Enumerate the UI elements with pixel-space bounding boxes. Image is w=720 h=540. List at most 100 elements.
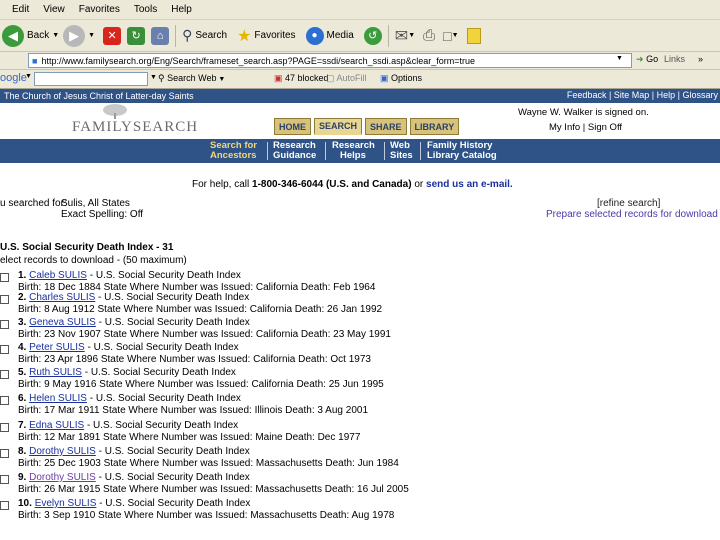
result-row: 9. Dorothy SULIS - U.S. Social Security … [0,472,720,498]
go-label: Go [646,54,659,64]
record-number: 6. [18,393,27,404]
record-source: - U.S. Social Security Death Index [95,446,250,457]
options-icon: ▣ [380,73,389,83]
record-name-link[interactable]: Edna SULIS [29,420,84,431]
google-search-icon: ⚲ [158,73,165,83]
print-icon[interactable]: ⎙ [423,27,435,44]
forward-arrow-icon: ▶ [63,24,86,47]
familysearch-logo[interactable]: FAMILYSEARCH [72,119,198,136]
record-source: - U.S. Social Security Death Index [81,367,236,378]
record-checkbox[interactable] [0,449,9,458]
record-source: - U.S. Social Security Death Index [84,342,239,353]
searched-spelling: Exact Spelling: Off [61,209,144,220]
media-button[interactable]: ● Media [305,26,354,45]
search-label: Search [195,30,228,41]
address-field[interactable]: ■ http://www.familysearch.org/Eng/Search… [28,53,632,68]
autofill-button[interactable]: ▢ AutoFill [326,73,367,84]
stop-icon[interactable]: ✕ [103,26,122,45]
google-toolbar: oogle ▼ ▼ ⚲ Search Web ▼ ▣ 47 blocked ▢ … [0,70,720,89]
subnav-research-guidance[interactable]: Research Guidance [273,141,316,161]
menu-help[interactable]: Help [171,4,192,15]
menu-tools[interactable]: Tools [134,4,157,15]
record-title-line: 7. Edna SULIS - U.S. Social Security Dea… [18,420,238,431]
search-web-button[interactable]: ⚲ Search Web ▼ [158,73,225,84]
my-info-links[interactable]: My Info | Sign Off [549,122,622,133]
record-checkbox[interactable] [0,273,9,282]
record-title-line: 8. Dorothy SULIS - U.S. Social Security … [18,446,250,457]
home-icon[interactable]: ⌂ [151,26,170,45]
prepare-download-link[interactable]: Prepare selected records for download [546,209,718,220]
links-button[interactable]: Links [664,54,685,64]
record-checkbox[interactable] [0,423,9,432]
options-button[interactable]: ▣ Options [380,73,422,84]
menu-view[interactable]: View [43,4,65,15]
record-number: 2. [18,292,27,303]
record-detail: Birth: 23 Apr 1896 State Where Number wa… [18,354,371,365]
searched-label: u searched for: [0,198,67,209]
browser-toolbar: ◀ Back ▼ ▶ ▼ ✕ ↻ ⌂ ⚲ Search ★ Favorites ● … [0,20,720,52]
record-checkbox[interactable] [0,370,9,379]
subnav-web-sites[interactable]: Web Sites [390,141,413,161]
google-search-input[interactable] [34,72,148,86]
record-name-link[interactable]: Helen SULIS [29,393,87,404]
church-header-bar: The Church of Jesus Christ of Latter-day… [0,89,720,103]
record-name-link[interactable]: Caleb SULIS [29,270,87,281]
record-checkbox[interactable] [0,345,9,354]
record-name-link[interactable]: Ruth SULIS [29,367,82,378]
main-tabs: HOME SEARCH SHARE LIBRARY [274,118,460,135]
edit-icon[interactable]: □ [443,28,451,44]
subnav-search-for-ancestors[interactable]: Search for Ancestors [210,141,257,161]
record-checkbox[interactable] [0,320,9,329]
popup-icon: ▣ [274,73,283,83]
links-chevron-icon[interactable]: » [698,54,703,64]
record-detail: Birth: 26 Mar 1915 State Where Number wa… [18,484,409,495]
back-button[interactable]: ◀ Back ▼ [2,24,59,47]
record-title-line: 5. Ruth SULIS - U.S. Social Security Dea… [18,367,236,378]
record-checkbox[interactable] [0,475,9,484]
record-name-link[interactable]: Geneva SULIS [29,317,96,328]
help-line: For help, call 1-800-346-6044 (U.S. and … [192,179,513,190]
record-checkbox[interactable] [0,295,9,304]
record-source: - U.S. Social Security Death Index [86,270,241,281]
record-name-link[interactable]: Peter SULIS [29,342,85,353]
record-name-link[interactable]: Charles SULIS [29,292,95,303]
record-checkbox[interactable] [0,501,9,510]
address-url: http://www.familysearch.org/Eng/Search/f… [41,55,475,66]
favorites-button[interactable]: ★ Favorites [237,26,295,46]
go-button[interactable]: ➜ Go [636,54,658,65]
results-title: U.S. Social Security Death Index - 31 [0,242,174,253]
record-source: - U.S. Social Security Death Index [95,292,250,303]
help-pre: For help, call [192,179,250,190]
refine-search-link[interactable]: [refine search] [597,198,660,209]
record-checkbox[interactable] [0,396,9,405]
popup-blocked-button[interactable]: ▣ 47 blocked [274,73,329,84]
tab-search[interactable]: SEARCH [314,118,363,135]
history-icon[interactable]: ↺ [363,26,382,45]
tab-share[interactable]: SHARE [365,118,407,135]
record-detail: Birth: 9 May 1916 State Where Number was… [18,379,384,390]
record-title-line: 6. Helen SULIS - U.S. Social Security De… [18,393,241,404]
record-name-link[interactable]: Evelyn SULIS [35,498,97,509]
subnav-library-catalog[interactable]: Family History Library Catalog [427,141,497,161]
menu-edit[interactable]: Edit [12,4,29,15]
mail-icon[interactable]: ✉ [395,26,408,46]
record-detail: Birth: 3 Sep 1910 State Where Number was… [18,510,395,521]
tab-library[interactable]: LIBRARY [409,118,460,135]
favorites-label: Favorites [254,30,296,41]
record-detail: Birth: 8 Aug 1912 State Where Number was… [18,304,383,315]
forward-button[interactable]: ▶ ▼ [63,24,95,47]
record-title-line: 9. Dorothy SULIS - U.S. Social Security … [18,472,250,483]
send-email-link[interactable]: send us an e-mail. [426,179,513,190]
top-utility-links[interactable]: Feedback | Site Map | Help | Glossary [567,90,718,100]
refresh-icon[interactable]: ↻ [127,26,146,45]
tab-home[interactable]: HOME [274,118,311,135]
messenger-icon[interactable] [466,27,481,44]
search-icon: ⚲ [182,27,193,43]
record-title-line: 4. Peter SULIS - U.S. Social Security De… [18,342,239,353]
subnav-label: Library Catalog [427,150,497,161]
record-name-link[interactable]: Dorothy SULIS [29,446,96,457]
record-name-link[interactable]: Dorothy SULIS [29,472,96,483]
menu-favorites[interactable]: Favorites [79,4,120,15]
subnav-research-helps[interactable]: Research Helps [332,141,375,161]
search-button[interactable]: ⚲ Search [182,27,227,44]
